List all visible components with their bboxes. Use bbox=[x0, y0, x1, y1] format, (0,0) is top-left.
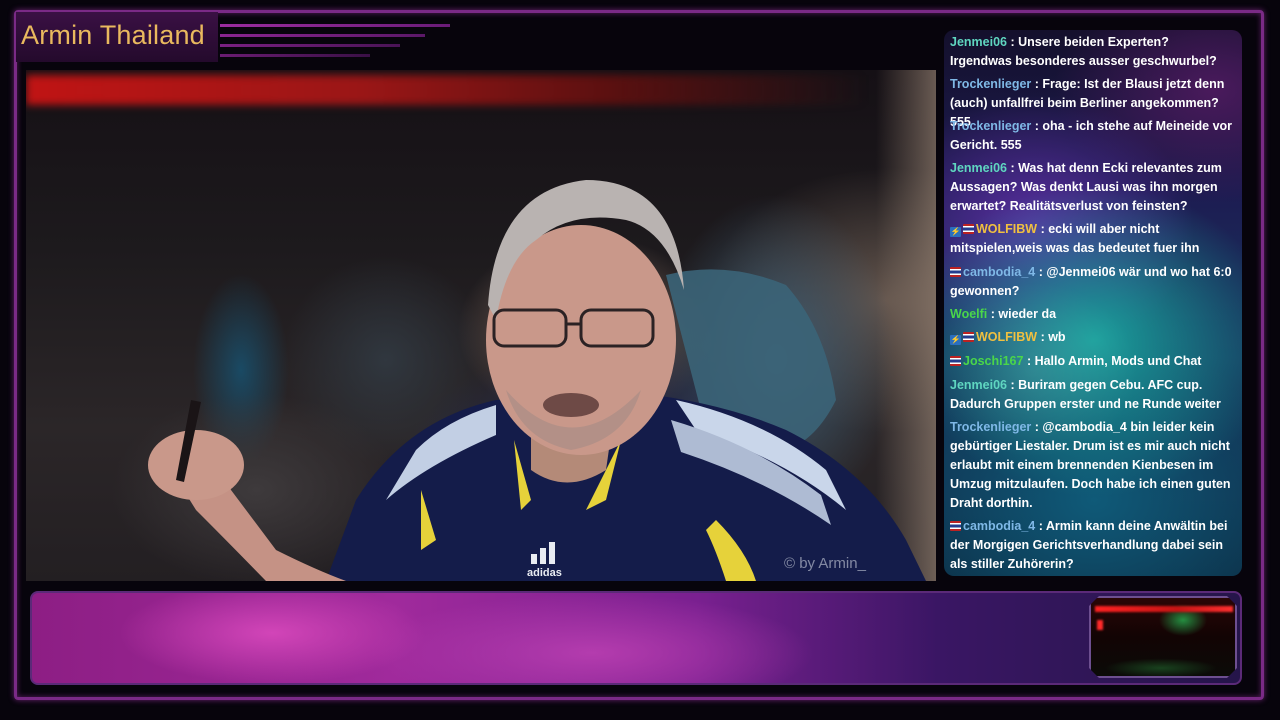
chat-username: WOLFIBW bbox=[976, 222, 1038, 236]
secondary-camera-red-light bbox=[1097, 620, 1103, 630]
chat-message: Jenmei06 : Buriram gegen Cebu. AFC cup. … bbox=[950, 376, 1234, 414]
chat-username: Jenmei06 bbox=[950, 35, 1007, 49]
thai-flag-badge-icon bbox=[950, 356, 961, 366]
chat-username: Woelfi bbox=[950, 307, 988, 321]
chat-message: Woelfi : wieder da bbox=[950, 305, 1234, 324]
chat-message: Trockenlieger : oha - ich stehe auf Mein… bbox=[950, 117, 1234, 155]
chat-username: Trockenlieger bbox=[950, 420, 1032, 434]
moderator-badge-icon: ⚡ bbox=[950, 335, 961, 345]
chat-username: cambodia_4 bbox=[963, 519, 1036, 533]
chat-message: ⚡ WOLFIBW : ecki will aber nicht mitspiel… bbox=[950, 220, 1234, 258]
chat-username: Jenmei06 bbox=[950, 161, 1007, 175]
chat-username: Joschi167 bbox=[963, 354, 1024, 368]
chat-text: : Hallo Armin, Mods und Chat bbox=[1023, 354, 1202, 368]
title-deco-line bbox=[220, 34, 425, 37]
chat-text: : wieder da bbox=[987, 307, 1057, 321]
chat-username: WOLFIBW bbox=[976, 330, 1038, 344]
thai-flag-badge-icon bbox=[963, 332, 974, 342]
chat-message: Jenmei06 : Unsere beiden Experten? Irgen… bbox=[950, 33, 1234, 71]
chat-message: Joschi167 : Hallo Armin, Mods und Chat bbox=[950, 352, 1234, 371]
watermark-text: © by Armin_ bbox=[784, 555, 866, 572]
secondary-camera-red-light bbox=[1095, 606, 1233, 612]
moderator-badge-icon: ⚡ bbox=[950, 227, 961, 237]
chat-message: Trockenlieger : @cambodia_4 bin leider k… bbox=[950, 418, 1234, 513]
chat-message: cambodia_4 : @Jenmei06 wär und wo hat 6:… bbox=[950, 263, 1234, 301]
svg-text:adidas: adidas bbox=[527, 567, 562, 579]
bottom-banner bbox=[30, 591, 1242, 685]
secondary-camera bbox=[1089, 596, 1237, 678]
chat-username: Trockenlieger bbox=[950, 119, 1032, 133]
chat-username: Jenmei06 bbox=[950, 378, 1007, 392]
title-deco-line bbox=[220, 44, 400, 47]
webcam-video: adidas bbox=[26, 70, 936, 581]
thai-flag-badge-icon bbox=[963, 224, 974, 234]
channel-title: Armin Thailand bbox=[21, 20, 205, 50]
title-deco-line bbox=[220, 24, 450, 27]
chat-username: cambodia_4 bbox=[963, 265, 1036, 279]
chat-panel: Jenmei06 : Unsere beiden Experten? Irgen… bbox=[944, 30, 1242, 576]
chat-message: ⚡ WOLFIBW : wb bbox=[950, 328, 1234, 347]
title-deco-line bbox=[220, 54, 370, 57]
thai-flag-badge-icon bbox=[950, 521, 961, 531]
chat-message: cambodia_4 : Armin kann deine Anwältin b… bbox=[950, 517, 1234, 574]
chat-text: : wb bbox=[1037, 330, 1066, 344]
chat-username: Trockenlieger bbox=[950, 77, 1032, 91]
thai-flag-badge-icon bbox=[950, 267, 961, 277]
chat-message: Jenmei06 : Was hat denn Ecki relevantes … bbox=[950, 159, 1234, 216]
streamer-figure: adidas bbox=[148, 180, 926, 581]
